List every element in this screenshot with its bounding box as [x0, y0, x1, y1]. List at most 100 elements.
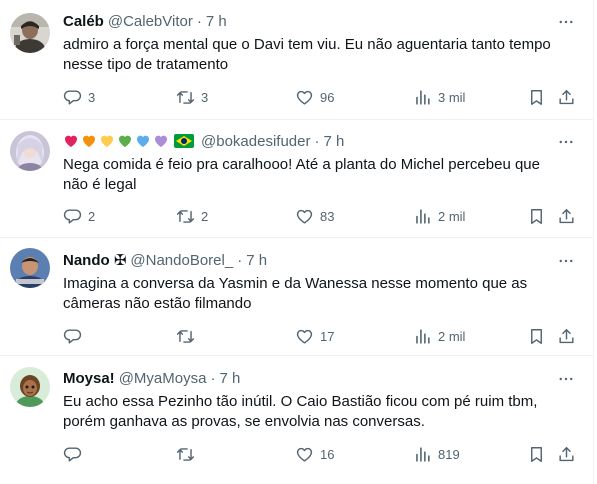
like-count: 17 — [320, 328, 335, 344]
views-icon — [416, 328, 430, 344]
views-button[interactable]: 2 mil — [413, 206, 465, 226]
views-icon — [416, 208, 430, 224]
more-icon — [559, 140, 573, 144]
retweet-icon — [176, 447, 195, 461]
tweet-header: @bokadesifuder · 7 h — [63, 131, 344, 151]
share-icon — [559, 89, 574, 104]
retweet-button[interactable]: 3 — [176, 87, 208, 107]
blue-heart-icon — [137, 135, 149, 147]
separator-dot: · — [314, 132, 320, 150]
avatar[interactable] — [10, 367, 50, 407]
user-handle[interactable]: @CalebVitor — [108, 13, 193, 30]
tweet-actions: 2 2 83 2 mil — [63, 206, 581, 226]
reply-icon — [63, 446, 82, 462]
yellow-heart-icon — [101, 135, 113, 147]
like-button[interactable]: 16 — [295, 444, 334, 464]
like-button[interactable]: 83 — [295, 206, 334, 226]
more-icon — [559, 259, 573, 263]
bookmark-icon — [531, 208, 542, 224]
like-count: 83 — [320, 208, 335, 224]
more-button[interactable] — [556, 251, 576, 271]
retweet-button[interactable] — [176, 444, 201, 464]
green-heart-icon — [119, 135, 131, 147]
views-button[interactable]: 2 mil — [413, 326, 465, 346]
retweet-button[interactable]: 2 — [176, 206, 208, 226]
user-handle[interactable]: @MyaMoysa — [119, 370, 207, 387]
retweet-icon — [176, 209, 195, 223]
retweet-icon — [176, 90, 195, 104]
tweet-header: Moysa! @MyaMoysa · 7 h — [63, 368, 240, 388]
like-count: 96 — [320, 89, 335, 105]
avatar[interactable] — [10, 131, 50, 171]
timestamp[interactable]: 7 h — [246, 252, 267, 269]
separator-dot: · — [237, 251, 243, 269]
retweet-button[interactable] — [176, 326, 201, 346]
heart-icon — [296, 329, 313, 344]
more-icon — [559, 20, 573, 24]
user-handle[interactable]: @bokadesifuder — [201, 133, 310, 150]
bookmark-icon — [531, 328, 542, 344]
timestamp[interactable]: 7 h — [206, 13, 227, 30]
tweet[interactable]: Caléb @CalebVitor · 7 h admiro a força m… — [0, 0, 593, 120]
like-button[interactable]: 17 — [295, 326, 334, 346]
bookmark-button[interactable] — [527, 87, 546, 107]
display-name[interactable]: Moysa! — [63, 370, 115, 387]
brazil-flag-icon — [174, 134, 194, 148]
red-heart-icon — [65, 135, 77, 147]
views-icon — [416, 446, 430, 462]
bookmark-button[interactable] — [527, 444, 546, 464]
views-button[interactable]: 3 mil — [413, 87, 465, 107]
separator-dot: · — [196, 12, 202, 30]
bookmark-icon — [531, 89, 542, 105]
views-count: 819 — [438, 446, 460, 462]
tweet-text: Imagina a conversa da Yasmin e da Waness… — [63, 275, 528, 312]
orange-heart-icon — [83, 135, 95, 147]
share-button[interactable] — [557, 444, 576, 464]
avatar[interactable] — [10, 13, 50, 53]
timestamp[interactable]: 7 h — [323, 133, 344, 150]
bookmark-button[interactable] — [527, 326, 546, 346]
reply-count: 3 — [88, 89, 96, 105]
timeline-border — [593, 0, 594, 484]
more-button[interactable] — [556, 369, 576, 389]
display-name-emojis[interactable] — [63, 133, 194, 149]
like-button[interactable]: 96 — [295, 87, 334, 107]
reply-icon — [63, 328, 82, 344]
tweet-text: Eu acho essa Pezinho tão inútil. O Caio … — [63, 393, 538, 430]
bookmark-button[interactable] — [527, 206, 546, 226]
retweet-icon — [176, 329, 195, 343]
tweet[interactable]: Moysa! @MyaMoysa · 7 h Eu acho essa Pezi… — [0, 356, 593, 484]
user-handle[interactable]: @NandoBorel_ — [130, 252, 233, 269]
like-count: 16 — [320, 446, 335, 462]
reply-button[interactable] — [63, 326, 88, 346]
tweet-header: Nando ✠ @NandoBorel_ · 7 h — [63, 250, 267, 270]
reply-button[interactable] — [63, 444, 88, 464]
separator-dot: · — [210, 369, 216, 387]
tweet-text: admiro a força mental que o Davi tem viu… — [63, 36, 551, 73]
tweet[interactable]: @bokadesifuder · 7 h Nega comida é feio … — [0, 120, 593, 238]
reply-count: 2 — [88, 208, 96, 224]
more-button[interactable] — [556, 12, 576, 32]
tweet[interactable]: Nando ✠ @NandoBorel_ · 7 h Imagina a con… — [0, 238, 593, 356]
display-name[interactable]: Caléb — [63, 13, 104, 30]
reply-button[interactable]: 2 — [63, 206, 95, 226]
share-button[interactable] — [557, 87, 576, 107]
share-icon — [559, 446, 574, 461]
share-button[interactable] — [557, 206, 576, 226]
tweet-actions: 3 3 96 3 mil — [63, 87, 581, 107]
views-button[interactable]: 819 — [413, 444, 460, 464]
more-button[interactable] — [556, 132, 576, 152]
share-icon — [559, 208, 574, 223]
avatar[interactable] — [10, 248, 50, 288]
display-name[interactable]: Nando ✠ — [63, 251, 126, 269]
views-count: 2 mil — [438, 328, 466, 344]
share-button[interactable] — [557, 326, 576, 346]
views-icon — [416, 89, 430, 105]
more-icon — [559, 377, 573, 381]
tweet-text: Nega comida é feio pra caralhooo! Até a … — [63, 156, 540, 193]
retweet-count: 3 — [201, 89, 209, 105]
timestamp[interactable]: 7 h — [219, 370, 240, 387]
reply-button[interactable]: 3 — [63, 87, 95, 107]
heart-icon — [296, 209, 313, 224]
reply-icon — [63, 208, 82, 224]
